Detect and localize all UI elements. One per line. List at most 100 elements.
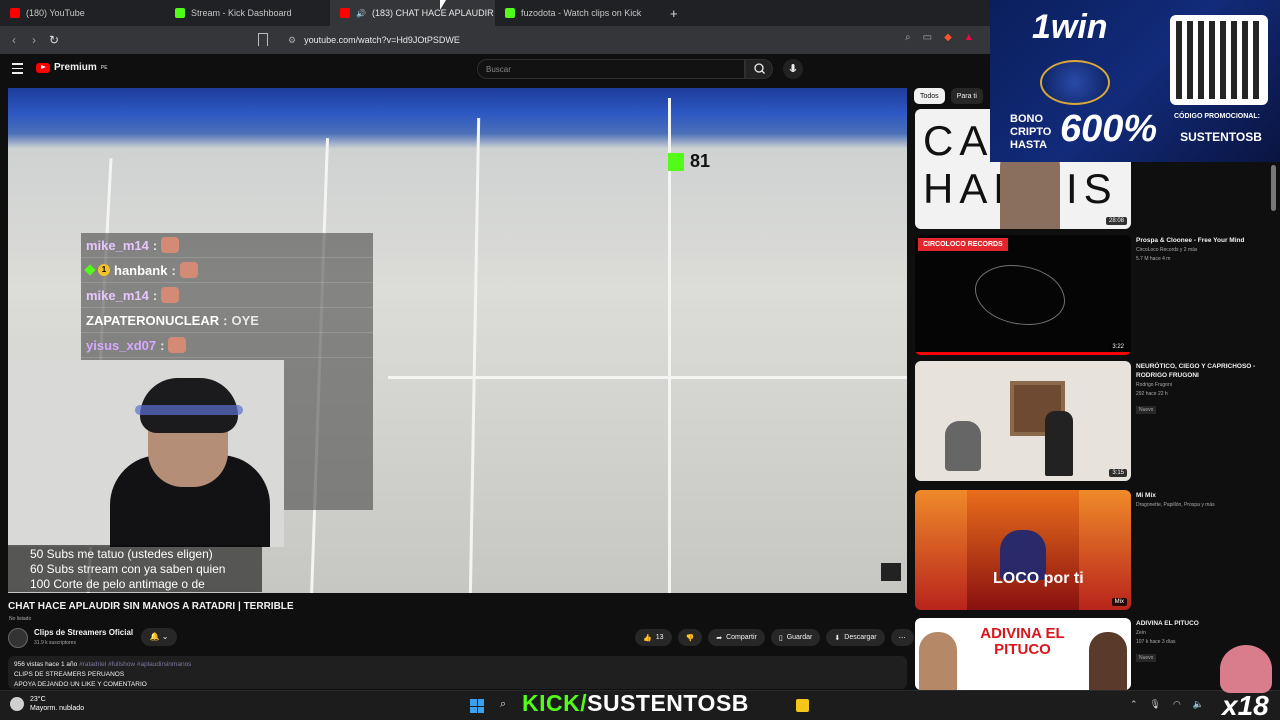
- chat-message: yisus_xd07 :: [81, 333, 373, 358]
- tab-youtube-home[interactable]: (180) YouTube: [0, 0, 165, 26]
- video-duration: 3:15: [1109, 469, 1127, 477]
- scrollbar[interactable]: [1271, 165, 1276, 211]
- unlisted-badge: No listado: [9, 616, 32, 622]
- tab-current-video[interactable]: 🔊 (183) CHAT HACE APLAUDIR ✕: [330, 0, 495, 26]
- ad-brand-logo: 1win: [1032, 8, 1108, 46]
- system-tray: ⌃ 🎙 ◠ 🔈: [1130, 699, 1204, 710]
- search-input[interactable]: Buscar: [477, 59, 745, 79]
- filter-chips: Todos Para ti: [914, 88, 983, 104]
- youtube-logo[interactable]: Premium PE: [36, 62, 107, 73]
- chevron-up-icon[interactable]: ⌃: [1130, 699, 1138, 710]
- recommendation-title: Prospa & Cloonee - Free Your Mind: [1136, 237, 1245, 244]
- recommendation-thumbnail[interactable]: 3:15: [915, 361, 1131, 481]
- windows-start-icon[interactable]: [470, 699, 484, 713]
- weather-widget[interactable]: 23°C Mayorm. nublado: [10, 695, 84, 713]
- zoom-icon[interactable]: ⌕: [905, 32, 911, 43]
- cast-icon[interactable]: ▭: [923, 32, 932, 43]
- sticky-notes-icon[interactable]: [796, 699, 809, 712]
- brave-shield-icon[interactable]: ◆: [944, 32, 952, 43]
- wifi-icon[interactable]: ◠: [1173, 699, 1181, 710]
- description-line: APOYA DEJANDO UN LIKE Y COMENTARIO: [14, 681, 147, 688]
- download-icon: ⬇: [834, 634, 841, 642]
- weather-status: Mayorm. nublado: [30, 705, 85, 712]
- youtube-play-icon: [36, 62, 50, 73]
- site-info-icon[interactable]: ⚙: [288, 35, 296, 46]
- subscriber-badge-icon: 1: [98, 264, 110, 276]
- description-tags[interactable]: #ratadriel #fullshow #aplaudirsinmanos: [79, 661, 191, 668]
- like-count: 13: [655, 634, 664, 641]
- streamer-webcam: [8, 360, 284, 547]
- channel-watermark-icon[interactable]: [881, 563, 901, 581]
- chip-para-ti[interactable]: Para ti: [950, 88, 983, 104]
- video-duration: 28:08: [1105, 217, 1127, 225]
- emote-icon: [179, 262, 198, 278]
- video-duration: 3:22: [1109, 343, 1127, 351]
- recommendation-stats: 292 hace 22 h: [1136, 391, 1168, 397]
- sub-goals-overlay: 50 Subs me tatuo (ustedes eligen) 60 Sub…: [8, 545, 262, 593]
- taskbar-search-icon[interactable]: ⌕: [500, 698, 506, 711]
- recommendation-thumbnail[interactable]: CIRCOLOCO RECORDS 3:22: [915, 235, 1131, 355]
- recommendation-info[interactable]: Mi Mix Dragonette, Papillón, Prospa y má…: [1136, 491, 1266, 509]
- voice-search-button[interactable]: [783, 59, 803, 79]
- video-player[interactable]: 81 mike_m14 : 1 hanbank : mike_m14 : ZAP: [8, 88, 907, 593]
- chat-separator: :: [152, 287, 158, 303]
- recommendation-info[interactable]: NEURÓTICO, CIEGO Y CAPRICHOSO - RODRIGO …: [1136, 362, 1266, 416]
- description-stats: 956 vistas hace 1 año: [14, 661, 78, 668]
- subscribed-bell-button[interactable]: 🔔 ⌄: [141, 628, 177, 646]
- share-label: Compartir: [726, 634, 757, 641]
- more-actions-button[interactable]: ⋯: [890, 629, 914, 646]
- download-button[interactable]: ⬇ Descargar: [826, 629, 885, 646]
- speaker-icon[interactable]: 🔊: [356, 9, 366, 18]
- subscriber-count: 31.9 k suscriptores: [34, 640, 76, 646]
- chip-todos[interactable]: Todos: [914, 88, 945, 104]
- tab-kick-dashboard[interactable]: Stream - Kick Dashboard: [165, 0, 330, 26]
- chat-username: mike_m14: [86, 287, 149, 303]
- browser-toolbar-icons: ⌕ ▭ ◆ ▲: [905, 32, 974, 43]
- kick-logo-icon: [668, 152, 684, 171]
- channel-name[interactable]: Clips de Streamers Oficial: [34, 628, 133, 637]
- bookmark-icon[interactable]: [258, 33, 268, 46]
- recommendation-thumbnail[interactable]: ADIVINA EL PITUCO: [915, 618, 1131, 690]
- new-badge: Nuevo: [1136, 654, 1157, 662]
- back-icon[interactable]: ‹: [4, 33, 24, 47]
- microphone-icon[interactable]: 🎙: [1150, 699, 1161, 710]
- tile-grout: [388, 376, 907, 379]
- recommendation-title: Mi Mix: [1136, 492, 1156, 499]
- chat-text: OYE: [231, 312, 259, 328]
- chat-separator: :: [160, 337, 165, 353]
- viewer-count-text: 81: [690, 151, 711, 171]
- recommendation-channel: Zein: [1136, 630, 1146, 636]
- chat-separator: :: [171, 262, 176, 278]
- reload-icon[interactable]: ↻: [44, 33, 64, 47]
- mouse-cursor-icon: [440, 0, 446, 10]
- thumbnail-art: [975, 265, 1065, 325]
- like-button[interactable]: 👍 13: [635, 629, 672, 646]
- save-button[interactable]: ▯ Guardar: [770, 629, 821, 646]
- kick-overlay-name: SUSTENTOSB: [587, 690, 749, 716]
- forward-icon[interactable]: ›: [24, 33, 44, 47]
- thumbnail-person: [1089, 632, 1127, 690]
- tab-kick-clips[interactable]: fuzodota - Watch clips on Kick: [495, 0, 660, 26]
- kick-favicon-icon: [175, 8, 185, 18]
- chat-username: hanbank: [114, 262, 168, 278]
- chat-separator: :: [152, 237, 158, 253]
- dislike-button[interactable]: 👎: [677, 629, 703, 646]
- video-description[interactable]: 956 vistas hace 1 año #ratadriel #fullsh…: [8, 656, 907, 689]
- url-field[interactable]: ⚙ youtube.com/watch?v=Hd9JOtPSDWE: [288, 26, 460, 54]
- menu-icon[interactable]: [12, 63, 23, 77]
- url-text: youtube.com/watch?v=Hd9JOtPSDWE: [304, 35, 460, 45]
- recommendation-channel: CircoLoco Records y 2 más: [1136, 247, 1198, 253]
- chevron-down-icon: ⌄: [161, 632, 169, 641]
- volume-icon[interactable]: 🔈: [1193, 699, 1204, 710]
- search-icon: [754, 63, 765, 74]
- tile-grout: [668, 98, 671, 593]
- recommendation-thumbnail[interactable]: LOCO por ti Mix: [915, 490, 1131, 610]
- emote-icon: [161, 287, 180, 303]
- channel-avatar[interactable]: [8, 628, 28, 648]
- save-label: Guardar: [786, 634, 813, 641]
- recommendation-info[interactable]: Prospa & Cloonee - Free Your Mind CircoL…: [1136, 236, 1266, 263]
- new-tab-button[interactable]: +: [660, 6, 688, 21]
- share-button[interactable]: ➦ Compartir: [708, 629, 765, 646]
- rewards-icon[interactable]: ▲: [964, 32, 974, 43]
- search-button[interactable]: [745, 59, 773, 79]
